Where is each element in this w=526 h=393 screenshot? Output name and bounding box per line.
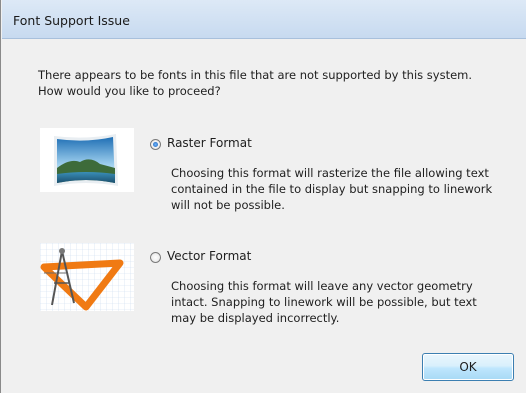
raster-image-icon	[40, 128, 134, 192]
dialog-message: There appears to be fonts in this file t…	[38, 68, 473, 98]
vector-format-radio[interactable]	[150, 252, 161, 263]
raster-format-label[interactable]: Raster Format	[167, 136, 252, 150]
font-support-dialog: Font Support Issue There appears to be f…	[0, 0, 526, 393]
raster-format-description: Choosing this format will rasterize the …	[171, 166, 493, 212]
vector-drafting-icon	[40, 243, 134, 311]
dialog-title: Font Support Issue	[13, 13, 130, 28]
vector-format-description: Choosing this format will leave any vect…	[171, 279, 477, 325]
title-bar[interactable]: Font Support Issue	[2, 0, 526, 39]
ok-button[interactable]: OK	[422, 353, 514, 381]
vector-format-label[interactable]: Vector Format	[167, 249, 251, 263]
raster-format-radio[interactable]	[150, 139, 161, 150]
